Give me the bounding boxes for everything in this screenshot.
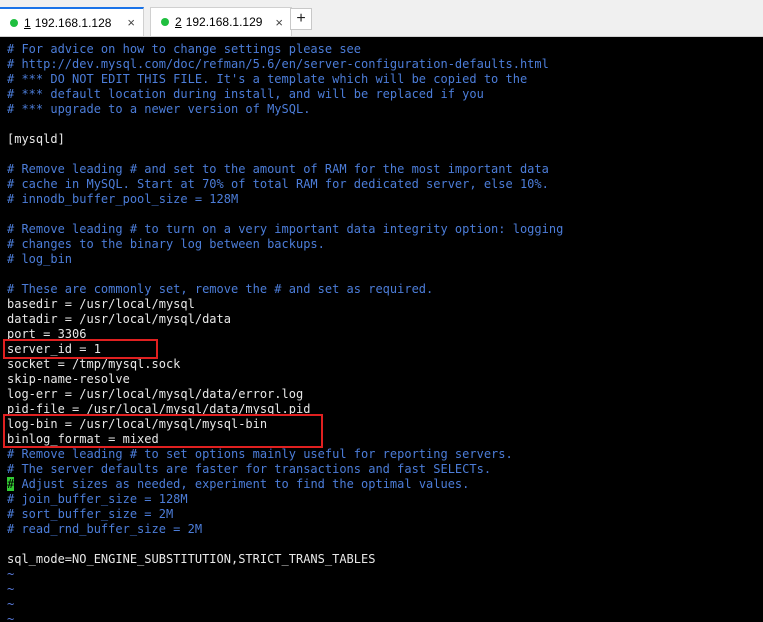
terminal-line: log-err = /usr/local/mysql/data/error.lo… — [7, 387, 304, 401]
terminal-line: # *** upgrade to a newer version of MySQ… — [7, 102, 311, 116]
tab-number: 2 — [175, 15, 182, 29]
terminal-line: datadir = /usr/local/mysql/data — [7, 312, 231, 326]
new-tab-button[interactable]: + — [290, 8, 312, 30]
terminal-line: sql_mode=NO_ENGINE_SUBSTITUTION,STRICT_T… — [7, 552, 376, 566]
highlight-box-server-id — [3, 339, 158, 359]
connected-status-icon — [161, 18, 169, 26]
terminal-line: # *** DO NOT EDIT THIS FILE. It's a temp… — [7, 72, 528, 86]
tab-session-2[interactable]: 2 192.168.1.129 × — [150, 7, 292, 36]
terminal-line: socket = /tmp/mysql.sock — [7, 357, 181, 371]
terminal-line: # For advice on how to change settings p… — [7, 42, 362, 56]
terminal-line: basedir = /usr/local/mysql — [7, 297, 195, 311]
terminal-area[interactable]: # For advice on how to change settings p… — [0, 37, 763, 622]
close-icon[interactable]: × — [127, 15, 135, 30]
terminal-output: # For advice on how to change settings p… — [7, 42, 563, 622]
terminal-line: ~ — [7, 612, 15, 622]
terminal-line: # sort_buffer_size = 2M — [7, 507, 174, 521]
terminal-line: ~ — [7, 597, 15, 611]
terminal-line: # The server defaults are faster for tra… — [7, 462, 492, 476]
tab-number: 1 — [24, 15, 31, 30]
close-icon[interactable]: × — [275, 15, 283, 30]
terminal-line: skip-name-resolve — [7, 372, 130, 386]
terminal-line-text: Adjust sizes as needed, experiment to fi… — [14, 477, 470, 491]
terminal-line: # Remove leading # to turn on a very imp… — [7, 222, 564, 236]
terminal-line: [mysqld] — [7, 132, 65, 146]
terminal-line: ~ — [7, 567, 15, 581]
terminal-line: # changes to the binary log between back… — [7, 237, 325, 251]
tab-label: 192.168.1.129 — [185, 15, 263, 29]
terminal-line: # Remove leading # to set options mainly… — [7, 447, 513, 461]
highlight-box-binlog — [3, 414, 323, 448]
tab-label: 192.168.1.128 — [34, 15, 112, 30]
terminal-line: ~ — [7, 582, 15, 596]
terminal-line: # These are commonly set, remove the # a… — [7, 282, 434, 296]
terminal-line: # Remove leading # and set to the amount… — [7, 162, 549, 176]
terminal-line: # log_bin — [7, 252, 73, 266]
terminal-line: # join_buffer_size = 128M — [7, 492, 188, 506]
tab-session-1[interactable]: 1 192.168.1.128 × — [0, 7, 144, 36]
terminal-line: # *** default location during install, a… — [7, 87, 484, 101]
terminal-line: # cache in MySQL. Start at 70% of total … — [7, 177, 549, 191]
terminal-line: # Adjust sizes as needed, experiment to … — [7, 477, 563, 492]
connected-status-icon — [10, 18, 18, 27]
terminal-line: # innodb_buffer_pool_size = 128M — [7, 192, 239, 206]
terminal-line: # http://dev.mysql.com/doc/refman/5.6/en… — [7, 57, 549, 71]
tab-bar: 1 192.168.1.128 × 2 192.168.1.129 × + — [0, 0, 763, 37]
terminal-line: # read_rnd_buffer_size = 2M — [7, 522, 203, 536]
